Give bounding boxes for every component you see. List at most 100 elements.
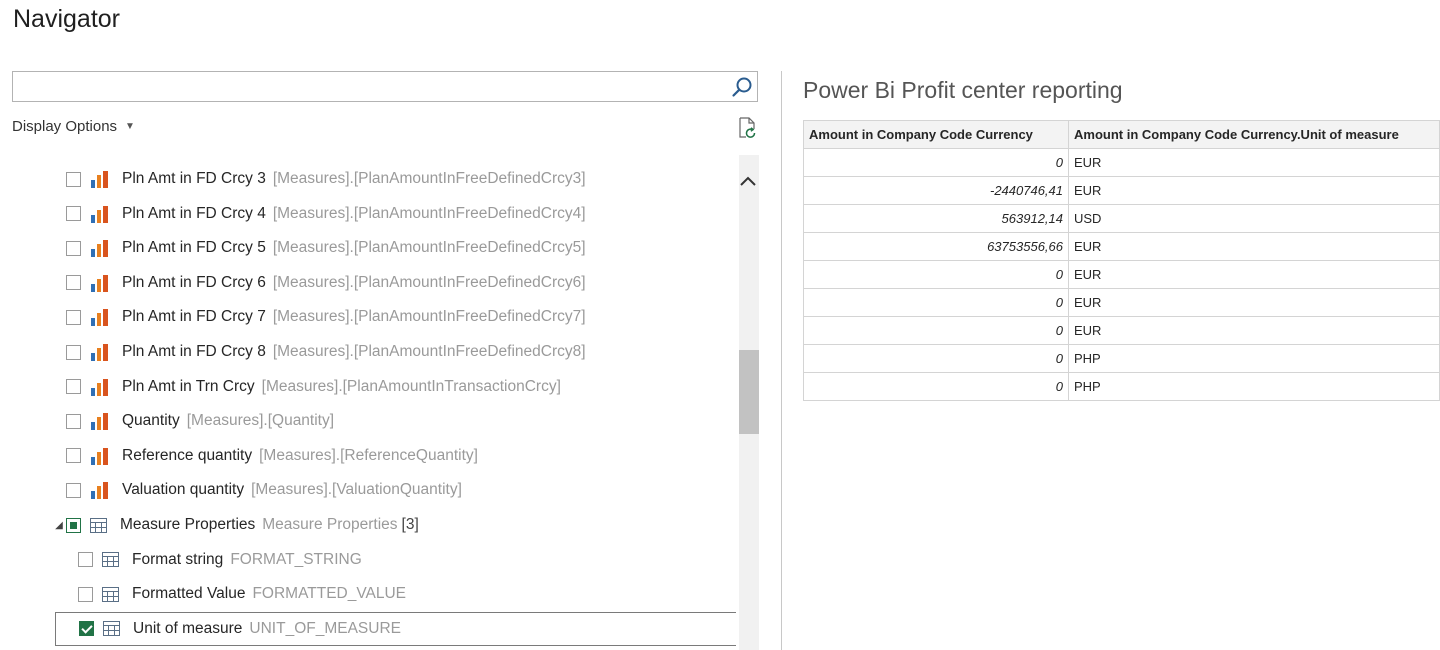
tree-item-path: [Measures].[PlanAmountInFreeDefinedCrcy5…: [272, 239, 586, 257]
tree-item-name: Unit of measure: [133, 619, 243, 637]
amount-cell: 63753556,66: [803, 232, 1069, 261]
preview-title: Power Bi Profit center reporting: [803, 77, 1123, 103]
tree-item-name: Pln Amt in FD Crcy 8: [122, 343, 266, 360]
tree-item-path: [Measures].[PlanAmountInFreeDefinedCrcy7…: [272, 308, 586, 326]
tree-item-checkbox[interactable]: [66, 379, 81, 395]
tree-item-checkbox[interactable]: [66, 309, 81, 325]
amount-cell: 0: [803, 288, 1069, 317]
preview-row: -2440746,41 EUR: [803, 176, 1440, 205]
tree-item-name: Reference quantity: [122, 446, 253, 464]
unit-cell: PHP: [1068, 344, 1440, 373]
unit-cell: EUR: [1068, 176, 1440, 205]
search-input[interactable]: [13, 72, 744, 101]
tree-item-path: [Measures].[PlanAmountInFreeDefinedCrcy3…: [272, 170, 586, 187]
tree-item[interactable]: Format string FORMAT_STRING: [78, 543, 362, 577]
display-options-dropdown[interactable]: Display Options ▼: [12, 118, 135, 135]
tree-item-path: [Measures].[PlanAmountInFreeDefinedCrcy8…: [272, 343, 586, 360]
preview-row: 63753556,66 EUR: [803, 232, 1440, 261]
tree-item-name: Pln Amt in FD Crcy 7: [122, 308, 266, 326]
bar-chart-icon: [90, 308, 110, 327]
tree-item-name: Pln Amt in FD Crcy 6: [122, 273, 266, 291]
amount-cell: 0: [803, 344, 1069, 373]
tree-item[interactable]: Pln Amt in FD Crcy 4 [Measures].[PlanAmou…: [66, 197, 586, 231]
amount-cell: 0: [803, 148, 1069, 177]
tree-item-path: [Measures].[PlanAmountInFreeDefinedCrcy4…: [272, 204, 586, 222]
table-icon: [103, 621, 120, 637]
bar-chart-icon: [90, 239, 110, 258]
unit-cell: EUR: [1068, 288, 1440, 317]
tree-item[interactable]: Formatted Value FORMATTED_VALUE: [78, 577, 406, 611]
chevron-up-icon[interactable]: [739, 173, 757, 189]
amount-cell: 563912,14: [803, 204, 1069, 233]
tree-item-path: [Measures].[PlanAmountInFreeDefinedCrcy6…: [272, 273, 586, 291]
tree-item-path: [Measures].[Quantity]: [186, 412, 335, 430]
bar-chart-icon: [90, 274, 110, 292]
tree-item-name: Pln Amt in Trn Crcy: [122, 377, 255, 395]
amount-cell: 0: [803, 316, 1069, 345]
search-box[interactable]: [12, 71, 758, 102]
unit-cell: PHP: [1068, 372, 1440, 401]
tree-item[interactable]: Unit of measure UNIT_OF_MEASURE: [55, 611, 736, 646]
tree-item-checkbox[interactable]: [66, 171, 81, 187]
preview-row: 0 PHP: [803, 372, 1440, 401]
tree-item[interactable]: Pln Amt in FD Crcy 8 [Measures].[PlanAmou…: [66, 335, 586, 369]
tree-item-checkbox[interactable]: [66, 275, 81, 291]
tree-item[interactable]: Pln Amt in FD Crcy 7 [Measures].[PlanAmou…: [66, 300, 586, 334]
tree-item-name: Format string: [132, 550, 224, 568]
amount-cell: -2440746,41: [803, 176, 1069, 205]
expand-triangle-icon[interactable]: ◢: [52, 520, 66, 531]
tree-item[interactable]: Pln Amt in FD Crcy 3 [Measures].[PlanAmou…: [66, 162, 586, 196]
tree-item-name: Valuation quantity: [122, 481, 245, 499]
tree-item-checkbox[interactable]: [66, 517, 81, 533]
preview-row: 0 EUR: [803, 316, 1440, 345]
tree-item-name: Pln Amt in FD Crcy 4: [122, 204, 266, 222]
tree-item[interactable]: ◢ Measure Properties Measure Properties [3]: [52, 508, 419, 542]
tree-item-checkbox[interactable]: [78, 586, 93, 602]
bar-chart-icon: [90, 205, 110, 223]
column-header: Amount in Company Code Currency.Unit of …: [1068, 120, 1440, 149]
preview-row: 0 EUR: [803, 148, 1440, 177]
tree-item-checkbox[interactable]: [66, 448, 81, 464]
tree-item-checkbox[interactable]: [78, 552, 93, 568]
tree-item-checkbox[interactable]: [66, 206, 81, 222]
navigator-tree: Pln Amt in FD Crcy 3 [Measures].[PlanAmou…: [40, 146, 736, 650]
bar-chart-icon: [90, 481, 110, 500]
display-options-label: Display Options: [12, 118, 118, 135]
tree-item-name: Pln Amt in FD Crcy 5: [122, 239, 266, 257]
tree-item-path: FORMAT_STRING: [230, 550, 362, 568]
bar-chart-icon: [90, 378, 110, 396]
tree-item[interactable]: Reference quantity [Measures].[ReferenceQ…: [66, 439, 478, 473]
preview-row: 0 EUR: [803, 260, 1440, 289]
column-header: Amount in Company Code Currency: [803, 120, 1069, 149]
table-icon: [102, 552, 119, 568]
bar-chart-icon: [90, 447, 110, 465]
tree-item[interactable]: Pln Amt in FD Crcy 6 [Measures].[PlanAmou…: [66, 266, 586, 300]
window-title: Navigator: [13, 5, 120, 33]
tree-item[interactable]: Quantity [Measures].[Quantity]: [66, 404, 334, 438]
unit-cell: EUR: [1068, 316, 1440, 345]
tree-item-checkbox[interactable]: [66, 482, 81, 498]
tree-item-name: Pln Amt in FD Crcy 3: [122, 170, 266, 187]
tree-item[interactable]: Valuation quantity [Measures].[ValuationQ…: [66, 473, 462, 507]
tree-item-checkbox[interactable]: [66, 344, 81, 360]
tree-item[interactable]: Pln Amt in Trn Crcy [Measures].[PlanAmoun…: [66, 370, 561, 404]
bar-chart-icon: [90, 412, 110, 431]
tree-item-checkbox[interactable]: [66, 413, 81, 429]
tree-scrollbar-thumb[interactable]: [739, 350, 759, 434]
refresh-file-icon[interactable]: [737, 117, 757, 139]
amount-cell: 0: [803, 260, 1069, 289]
tree-item-path: [Measures].[ReferenceQuantity]: [259, 446, 478, 464]
tree-item[interactable]: Pln Amt in FD Crcy 5 [Measures].[PlanAmou…: [66, 231, 586, 265]
tree-item-name: Quantity: [122, 412, 180, 430]
pane-divider[interactable]: [781, 71, 782, 650]
tree-item-path: UNIT_OF_MEASURE: [249, 619, 402, 637]
tree-item-name: Formatted Value: [132, 585, 246, 603]
search-icon[interactable]: [731, 76, 753, 98]
table-icon: [102, 586, 119, 602]
tree-item-path: FORMATTED_VALUE: [252, 585, 407, 603]
tree-item-checkbox[interactable]: [79, 621, 94, 637]
unit-cell: USD: [1068, 204, 1440, 233]
tree-item-name: Measure Properties: [120, 516, 256, 533]
tree-item-path: [Measures].[PlanAmountInTransactionCrcy]: [261, 377, 561, 395]
tree-item-checkbox[interactable]: [66, 240, 81, 256]
